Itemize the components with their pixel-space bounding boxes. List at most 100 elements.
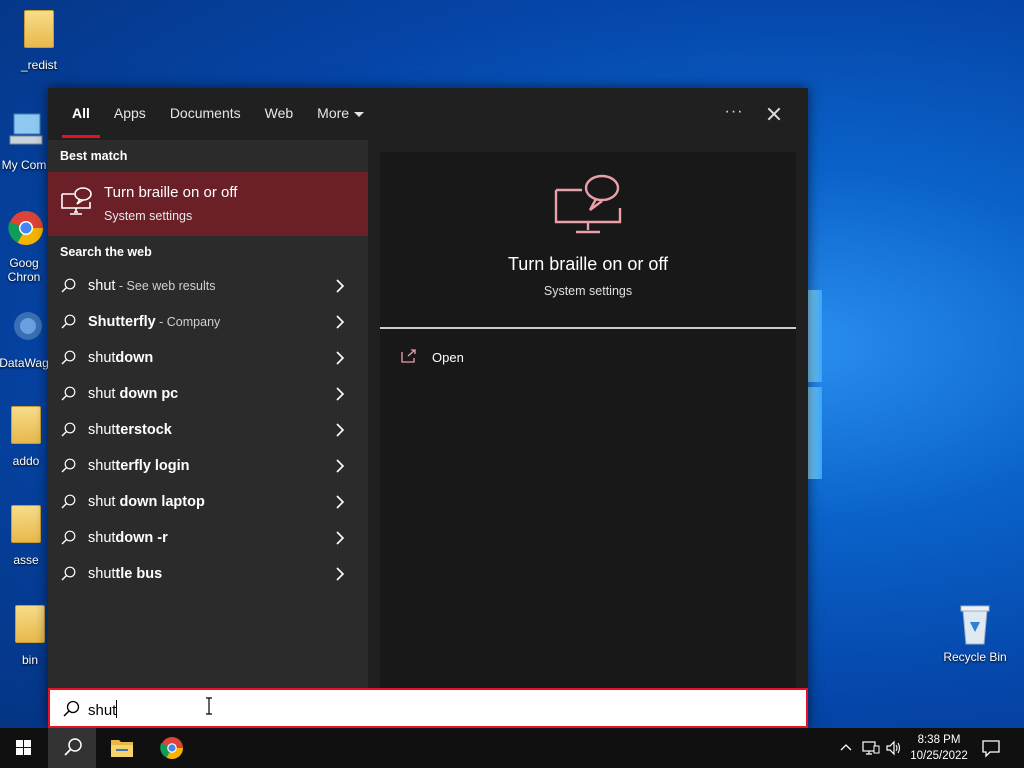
- preview-subtitle: System settings: [543, 284, 633, 298]
- search-icon: [60, 350, 76, 366]
- web-result-item[interactable]: shutdown -r: [48, 520, 368, 556]
- web-result-completion: down: [115, 350, 154, 366]
- web-result-text: shutdown: [88, 350, 153, 366]
- desktop-icon-label: DataWag: [0, 356, 49, 370]
- search-icon: [60, 314, 76, 330]
- desktop-icon-label: Chron: [7, 270, 41, 284]
- web-result-item[interactable]: Shutterfly - Company: [48, 304, 368, 340]
- desktop-icon-my-computer[interactable]: My Com: [0, 110, 52, 172]
- web-result-completion: terfly login: [115, 458, 190, 474]
- search-icon: [60, 278, 76, 294]
- web-result-item[interactable]: shut - See web results: [48, 268, 368, 304]
- web-result-item[interactable]: shut down laptop: [48, 484, 368, 520]
- braille-settings-icon: [60, 186, 92, 216]
- chevron-right-icon: [334, 495, 346, 509]
- search-icon: [62, 700, 80, 718]
- search-tabs: All Apps Documents Web More ···: [48, 88, 808, 140]
- taskbar-search-button[interactable]: [48, 728, 96, 768]
- search-icon: [60, 494, 76, 510]
- best-match-subtitle: System settings: [104, 209, 193, 223]
- web-result-prefix: shut: [88, 386, 116, 402]
- chevron-right-icon: [334, 279, 346, 293]
- web-result-item[interactable]: shuttle bus: [48, 556, 368, 592]
- search-input[interactable]: shut: [48, 688, 808, 728]
- web-result-prefix: shut: [88, 566, 116, 582]
- divider: [380, 327, 796, 329]
- desktop-icon-label: _redist: [20, 58, 58, 72]
- tab-documents[interactable]: Documents: [158, 88, 253, 140]
- folder-icon: [10, 605, 50, 649]
- preview-pane: Turn braille on or off System settings O…: [380, 152, 796, 688]
- desktop-icon-label: asse: [13, 553, 39, 567]
- chevron-right-icon: [334, 567, 346, 581]
- more-options-icon[interactable]: ···: [720, 100, 748, 128]
- tab-web[interactable]: Web: [253, 88, 306, 140]
- chrome-icon: [160, 737, 183, 759]
- search-icon: [60, 458, 76, 474]
- desktop-icon-chrome[interactable]: Goog Chron: [0, 208, 50, 284]
- web-result-text: shutdown -r: [88, 530, 168, 546]
- web-result-prefix: shut: [88, 530, 116, 546]
- taskbar: 8:38 PM 10/25/2022: [0, 728, 1024, 768]
- recycle-bin-icon: [955, 602, 995, 646]
- chrome-taskbar-button[interactable]: [148, 728, 196, 768]
- search-query: shut: [88, 700, 118, 719]
- folder-icon: [19, 10, 59, 54]
- start-button[interactable]: [0, 728, 48, 768]
- desktop-icon-addo[interactable]: addo: [0, 406, 52, 468]
- desktop-icon-label: addo: [12, 454, 40, 468]
- web-results: shut - See web results Shutterfly - Compa…: [48, 268, 368, 592]
- web-result-completion: down laptop: [115, 494, 205, 510]
- tab-all[interactable]: All: [60, 88, 102, 140]
- text-caret: [116, 700, 118, 718]
- folder-icon: [6, 505, 46, 549]
- ibeam-cursor-icon: [205, 697, 213, 715]
- web-result-text: shuttle bus: [88, 566, 162, 582]
- web-result-completion: down -r: [115, 530, 168, 546]
- network-icon[interactable]: [862, 740, 880, 756]
- web-result-prefix: shut: [88, 494, 116, 510]
- file-explorer-button[interactable]: [98, 728, 146, 768]
- web-result-item[interactable]: shutdown: [48, 340, 368, 376]
- search-query-text: shut: [88, 702, 117, 719]
- preview-title: Turn braille on or off: [507, 254, 669, 274]
- tab-more[interactable]: More: [305, 88, 376, 140]
- web-result-item[interactable]: shut down pc: [48, 376, 368, 412]
- web-result-completion: tle bus: [115, 566, 163, 582]
- search-icon: [64, 738, 82, 756]
- start-search-panel: All Apps Documents Web More ··· Best mat…: [48, 88, 808, 728]
- web-result-completion: down pc: [115, 386, 179, 402]
- web-result-completion: terstock: [115, 422, 172, 438]
- desktop: { "desktop": { "icons": [ {"label": "_re…: [0, 0, 1024, 768]
- web-result-text: shut - See web results: [88, 278, 215, 294]
- web-result-prefix: shut: [88, 422, 116, 438]
- web-result-item[interactable]: shutterstock: [48, 412, 368, 448]
- tab-apps[interactable]: Apps: [102, 88, 158, 140]
- chevron-right-icon: [334, 387, 346, 401]
- search-icon: [60, 422, 76, 438]
- search-icon: [60, 386, 76, 402]
- chevron-right-icon: [334, 423, 346, 437]
- desktop-icon-datawag[interactable]: DataWag: [0, 308, 52, 370]
- folder-icon: [111, 740, 133, 757]
- best-match-item[interactable]: Turn braille on or off System settings: [48, 172, 368, 236]
- close-icon[interactable]: [760, 100, 788, 128]
- open-label: Open: [432, 350, 464, 365]
- volume-icon[interactable]: [885, 740, 901, 756]
- web-result-item[interactable]: shutterfly login: [48, 448, 368, 484]
- clock[interactable]: 8:38 PM 10/25/2022: [906, 732, 972, 764]
- tab-more-label: More: [317, 105, 350, 121]
- desktop-icon-redist[interactable]: _redist: [4, 10, 74, 72]
- show-hidden-icons-icon[interactable]: [838, 740, 854, 756]
- desktop-icon-recycle-bin[interactable]: Recycle Bin: [940, 602, 1010, 664]
- web-result-text: Shutterfly - Company: [88, 314, 220, 330]
- caret-down-icon: [354, 111, 365, 117]
- web-result-text: shut down pc: [88, 386, 178, 402]
- web-result-text: shut down laptop: [88, 494, 205, 510]
- notification-icon[interactable]: [980, 738, 1002, 758]
- chevron-right-icon: [334, 459, 346, 473]
- clock-time: 8:38 PM: [917, 734, 961, 746]
- desktop-icon-asse[interactable]: asse: [0, 505, 52, 567]
- search-icon: [60, 566, 76, 582]
- app-icon: [4, 308, 44, 352]
